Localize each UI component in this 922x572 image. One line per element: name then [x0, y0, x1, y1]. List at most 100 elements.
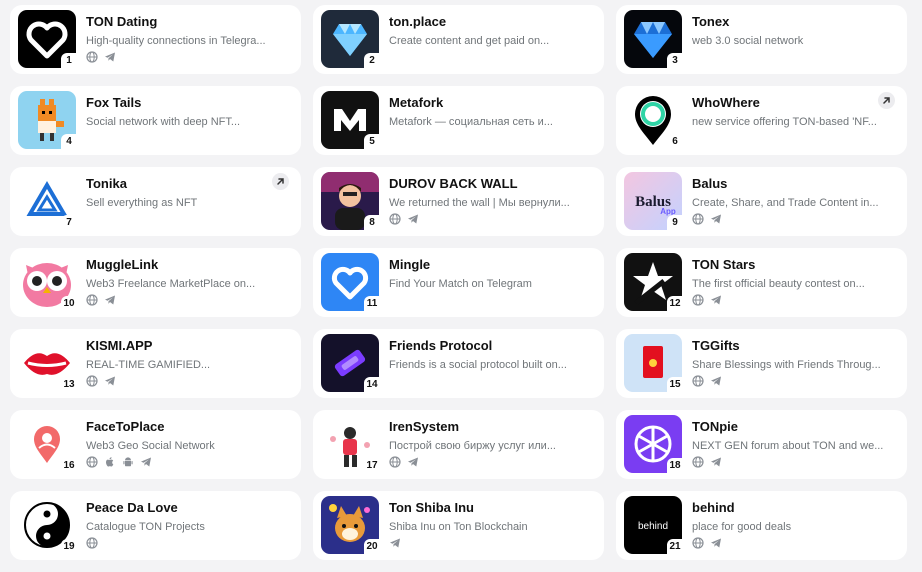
- telegram-icon[interactable]: [407, 213, 419, 225]
- web-icon[interactable]: [86, 375, 98, 387]
- app-card[interactable]: 10 MuggleLink Web3 Freelance MarketPlace o…: [10, 248, 301, 317]
- app-card[interactable]: 11 Mingle Find Your Match on Telegram: [313, 248, 604, 317]
- app-description: place for good deals: [692, 521, 792, 533]
- rank-badge: 21: [667, 539, 683, 554]
- app-links: [389, 212, 419, 226]
- app-card[interactable]: 2 ton.place Create content and get paid on…: [313, 5, 604, 74]
- app-title: DUROV BACK WALL: [389, 176, 518, 191]
- rank-badge: 4: [61, 134, 77, 149]
- telegram-icon[interactable]: [104, 294, 116, 306]
- app-title: TON Stars: [692, 257, 756, 272]
- app-card[interactable]: 19 Peace Da Love Catalogue TON Projects: [10, 491, 301, 560]
- telegram-icon[interactable]: [389, 537, 401, 549]
- app-description: Social network with deep NFT...: [86, 116, 241, 128]
- telegram-icon[interactable]: [710, 213, 722, 225]
- app-description: Create content and get paid on...: [389, 35, 550, 47]
- app-card[interactable]: 12 TON Stars The first official beauty con…: [616, 248, 907, 317]
- app-links: [389, 455, 419, 469]
- web-icon[interactable]: [692, 375, 704, 387]
- app-links: [86, 50, 116, 64]
- web-icon[interactable]: [692, 213, 704, 225]
- app-title: Balus: [692, 176, 728, 191]
- rank-badge: 3: [667, 53, 683, 68]
- app-description: NEXT GEN forum about TON and we...: [692, 440, 884, 452]
- web-icon[interactable]: [86, 537, 98, 549]
- app-links: [86, 536, 98, 550]
- telegram-icon[interactable]: [710, 456, 722, 468]
- app-description: Web3 Freelance MarketPlace on...: [86, 278, 256, 290]
- external-link-icon[interactable]: [878, 92, 895, 109]
- web-icon[interactable]: [86, 456, 98, 468]
- app-card[interactable]: behind 21 behind place for good deals: [616, 491, 907, 560]
- app-title: TONpie: [692, 419, 738, 434]
- app-links: [692, 293, 722, 307]
- web-icon[interactable]: [86, 51, 98, 63]
- app-card[interactable]: 18 TONpie NEXT GEN forum about TON and we.…: [616, 410, 907, 479]
- app-card[interactable]: 4 Fox Tails Social network with deep NFT..…: [10, 86, 301, 155]
- telegram-icon[interactable]: [104, 375, 116, 387]
- app-title: TON Dating: [86, 14, 158, 29]
- app-card[interactable]: 7 Tonika Sell everything as NFT: [10, 167, 301, 236]
- app-card[interactable]: 1 TON Dating High-quality connections in T…: [10, 5, 301, 74]
- app-title: IrenSystem: [389, 419, 460, 434]
- app-card[interactable]: 3 Tonex web 3.0 social network: [616, 5, 907, 74]
- app-description: We returned the wall | Мы вернули...: [389, 197, 570, 209]
- external-link-icon[interactable]: [272, 173, 289, 190]
- app-description: Share Blessings with Friends Throug...: [692, 359, 881, 371]
- app-title: MuggleLink: [86, 257, 159, 272]
- rank-badge: 1: [61, 53, 77, 68]
- app-description: Web3 Geo Social Network: [86, 440, 215, 452]
- web-icon[interactable]: [389, 213, 401, 225]
- app-card[interactable]: 8 DUROV BACK WALL We returned the wall | М…: [313, 167, 604, 236]
- app-card[interactable]: 17 IrenSystem Построй свою биржу услуг или…: [313, 410, 604, 479]
- rank-badge: 13: [61, 377, 77, 392]
- web-icon[interactable]: [389, 456, 401, 468]
- app-links: [389, 536, 401, 550]
- app-card[interactable]: 20 Ton Shiba Inu Shiba Inu on Ton Blockcha…: [313, 491, 604, 560]
- app-links: [86, 455, 152, 469]
- app-description: Sell everything as NFT: [86, 197, 198, 209]
- telegram-icon[interactable]: [710, 537, 722, 549]
- app-description: Friends is a social protocol built on...: [389, 359, 567, 371]
- app-card[interactable]: 6 WhoWhere new service offering TON-based …: [616, 86, 907, 155]
- rank-badge: 6: [667, 134, 683, 149]
- web-icon[interactable]: [692, 294, 704, 306]
- rank-badge: 16: [61, 458, 77, 473]
- app-card[interactable]: 14 Friends Protocol Friends is a social pr…: [313, 329, 604, 398]
- rank-badge: 5: [364, 134, 380, 149]
- app-card[interactable]: Balus App 9 Balus Create, Share, and Trade C…: [616, 167, 907, 236]
- telegram-icon[interactable]: [104, 51, 116, 63]
- web-icon[interactable]: [86, 294, 98, 306]
- telegram-icon[interactable]: [407, 456, 419, 468]
- app-title: TGGifts: [692, 338, 740, 353]
- app-title: Metafork: [389, 95, 444, 110]
- android-icon[interactable]: [122, 456, 134, 468]
- app-card[interactable]: 16 FaceToPlace Web3 Geo Social Network: [10, 410, 301, 479]
- rank-badge: 10: [61, 296, 77, 311]
- rank-badge: 7: [61, 215, 77, 230]
- app-description: Create, Share, and Trade Content in...: [692, 197, 879, 209]
- rank-badge: 20: [364, 539, 380, 554]
- web-icon[interactable]: [692, 456, 704, 468]
- app-links: [692, 455, 722, 469]
- rank-badge: 18: [667, 458, 683, 473]
- app-description: web 3.0 social network: [692, 35, 804, 47]
- app-card[interactable]: 13 KISMI.APP REAL-TIME GAMIFIED...: [10, 329, 301, 398]
- telegram-icon[interactable]: [710, 294, 722, 306]
- app-description: new service offering TON-based 'NF...: [692, 116, 877, 128]
- app-description: High-quality connections in Telegra...: [86, 35, 266, 47]
- rank-badge: 11: [364, 296, 380, 311]
- app-title: Tonika: [86, 176, 127, 191]
- app-card[interactable]: 5 Metafork Metafork — социальная сеть и...: [313, 86, 604, 155]
- telegram-icon[interactable]: [140, 456, 152, 468]
- apple-icon[interactable]: [104, 456, 116, 468]
- telegram-icon[interactable]: [710, 375, 722, 387]
- app-title: ton.place: [389, 14, 447, 29]
- app-card[interactable]: 15 TGGifts Share Blessings with Friends Th…: [616, 329, 907, 398]
- app-links: [692, 536, 722, 550]
- app-title: Friends Protocol: [389, 338, 493, 353]
- web-icon[interactable]: [692, 537, 704, 549]
- rank-badge: 12: [667, 296, 683, 311]
- app-links: [86, 374, 116, 388]
- app-title: WhoWhere: [692, 95, 760, 110]
